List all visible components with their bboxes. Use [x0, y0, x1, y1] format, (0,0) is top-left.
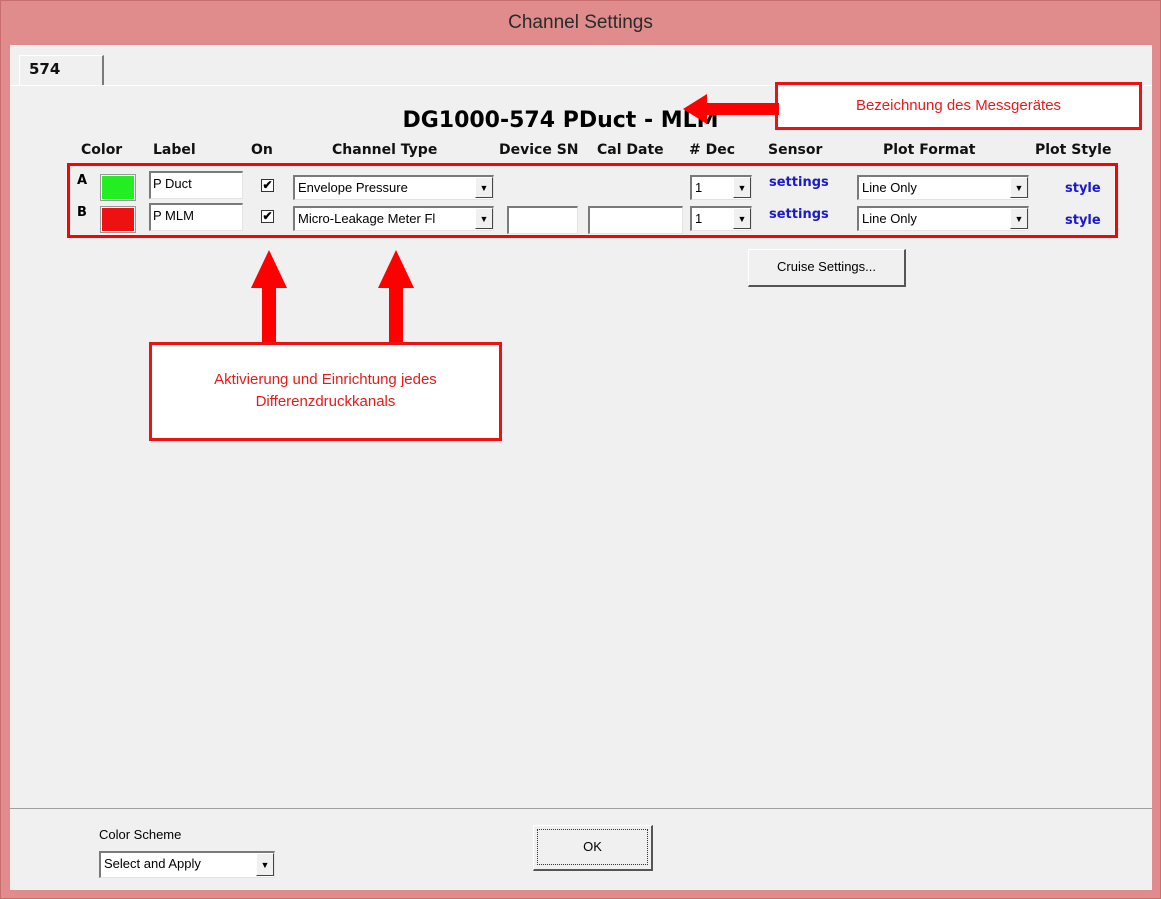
tab-574[interactable]: 574 [19, 55, 104, 86]
channel-callout-line-1: Aktivierung und Einrichtung jedes [214, 371, 437, 388]
arrow-left-icon [683, 94, 779, 124]
tab-strip: 574 [10, 45, 1152, 86]
col-header-dec: # Dec [689, 142, 736, 158]
ok-button[interactable]: OK [533, 825, 653, 871]
col-header-on: On [251, 142, 273, 158]
col-header-color: Color [81, 142, 123, 158]
col-header-cal-date: Cal Date [597, 142, 664, 158]
color-scheme-value: Select and Apply [104, 856, 201, 871]
tab-panel: DG1000-574 PDuct - MLM Color Label On Ch… [10, 82, 1152, 809]
ok-button-focus-rect: OK [537, 829, 648, 865]
col-header-sensor: Sensor [768, 142, 823, 158]
chevron-down-icon[interactable]: ▼ [256, 853, 274, 876]
col-header-channel-type: Channel Type [332, 142, 438, 158]
color-scheme-label: Color Scheme [99, 827, 182, 842]
channel-setup-callout: Aktivierung und Einrichtung jedes Differ… [149, 342, 502, 441]
col-header-plot-style: Plot Style [1035, 142, 1112, 158]
dialog-client-area: 574 DG1000-574 PDuct - MLM Color Label O… [10, 45, 1152, 890]
device-callout-text: Bezeichnung des Messgerätes [855, 97, 1062, 114]
channel-settings-window: Channel Settings 574 DG1000-574 PDuct - … [0, 0, 1161, 899]
window-title: Channel Settings [508, 12, 653, 33]
col-header-plot-format: Plot Format [883, 142, 976, 158]
color-scheme-select[interactable]: Select and Apply ▼ [99, 851, 275, 878]
device-name-callout: Bezeichnung des Messgerätes [775, 82, 1142, 130]
col-header-device-sn: Device SN [499, 142, 579, 158]
channel-callout-line-2: Differenzdruckkanals [255, 393, 396, 410]
cruise-settings-button[interactable]: Cruise Settings... [748, 249, 906, 287]
col-header-label: Label [153, 142, 196, 158]
channel-rows-highlight [67, 163, 1118, 238]
